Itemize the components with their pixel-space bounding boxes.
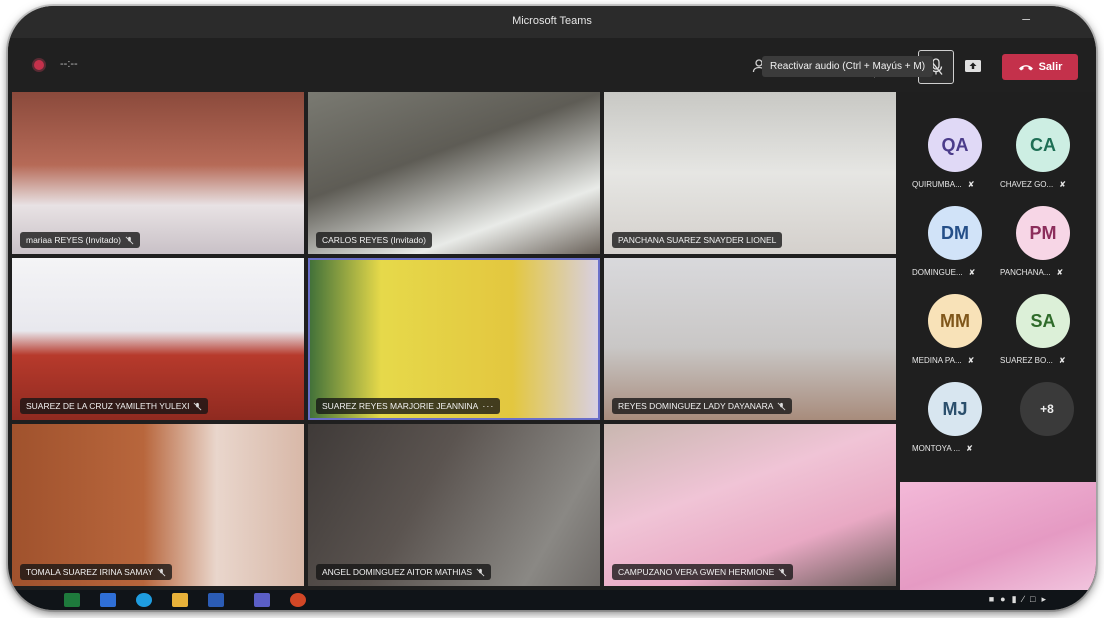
tile-more-icon[interactable]: ··· <box>482 401 494 411</box>
participant-name: SUAREZ DE LA CRUZ YAMILETH YULEXI <box>26 401 190 411</box>
participant-name: CARLOS REYES (Invitado) <box>322 235 426 245</box>
teams-icon[interactable] <box>254 593 270 607</box>
mic-off-icon: ✘ <box>968 268 976 277</box>
mic-off-icon: ✘ <box>1059 180 1066 189</box>
video-tile[interactable]: ANGEL DOMINGUEZ AITOR MATHIAS <box>308 424 600 586</box>
avatar: MM <box>928 294 982 348</box>
more-participants-button[interactable]: +8 <box>1020 382 1074 436</box>
avatar-name-row: QUIRUMBA... ✘ <box>912 180 974 189</box>
participant-name: REYES DOMINGUEZ LADY DAYANARA <box>618 401 774 411</box>
network-tray-icon[interactable]: □ <box>1030 594 1035 605</box>
avatar: MJ <box>928 382 982 436</box>
participant-name-tag: CARLOS REYES (Invitado) <box>316 232 432 248</box>
edge-icon[interactable] <box>136 593 152 607</box>
participant-avatar-cell[interactable]: CA CHAVEZ GO... ✘ <box>996 118 1088 202</box>
minimize-button[interactable]: – <box>1022 10 1030 26</box>
mic-off-icon: ✘ <box>1058 356 1066 365</box>
leave-label: Salir <box>1038 61 1063 73</box>
video-tile[interactable]: PANCHANA SUAREZ SNAYDER LIONEL <box>604 92 896 254</box>
video-tile-active[interactable]: SUAREZ REYES MARJORIE JEANNINA ··· <box>308 258 600 420</box>
mic-off-icon <box>157 568 166 576</box>
avatar-name: MEDINA PA... <box>912 356 962 365</box>
zoom-icon[interactable] <box>100 593 116 607</box>
excel-icon[interactable] <box>64 593 80 607</box>
participant-name-tag: SUAREZ DE LA CRUZ YAMILETH YULEXI <box>20 398 209 414</box>
mic-off-icon <box>777 402 786 410</box>
meeting-timer: --:-- <box>60 58 78 70</box>
avatar-name: QUIRUMBA... <box>912 180 962 189</box>
avatar: CA <box>1016 118 1070 172</box>
pen-tray-icon[interactable]: ∕ <box>1023 594 1025 605</box>
participant-name-tag: ANGEL DOMINGUEZ AITOR MATHIAS <box>316 564 492 580</box>
participant-avatar-cell[interactable]: SA SUAREZ BO... ✘ <box>996 294 1088 378</box>
mic-off-icon: ✘ <box>1056 268 1064 277</box>
participant-name: CAMPUZANO VERA GWEN HERMIONE <box>618 567 775 577</box>
people-tray-icon[interactable]: ● <box>1000 594 1005 605</box>
video-grid: mariaa REYES (Invitado) CARLOS REYES (In… <box>12 92 896 592</box>
mic-tray-icon[interactable]: ▮ <box>1012 594 1017 605</box>
volume-tray-icon[interactable]: ▸ <box>1041 594 1046 605</box>
mic-off-icon: ✘ <box>967 180 975 189</box>
leave-button[interactable]: Salir <box>1002 54 1078 80</box>
participant-name-tag: TOMALA SUAREZ IRINA SAMAY <box>20 564 173 580</box>
avatar: DM <box>928 206 982 260</box>
video-tile[interactable]: CAMPUZANO VERA GWEN HERMIONE <box>604 424 896 586</box>
avatar-name-row: SUAREZ BO... ✘ <box>1000 356 1066 365</box>
participant-name-tag: PANCHANA SUAREZ SNAYDER LIONEL <box>612 232 783 248</box>
system-tray: ■ ● ▮ ∕ □ ▸ <box>989 594 1046 605</box>
self-view-video <box>900 482 1096 592</box>
teams-tray-icon[interactable]: ■ <box>989 594 994 605</box>
mic-off-icon: ✘ <box>967 356 975 365</box>
teams-window: Microsoft Teams – --:-- Salir Reactivar … <box>8 6 1096 610</box>
file-explorer-icon[interactable] <box>172 593 188 607</box>
video-tile[interactable]: mariaa REYES (Invitado) <box>12 92 304 254</box>
window-title: Microsoft Teams <box>512 15 592 27</box>
video-tile[interactable]: SUAREZ DE LA CRUZ YAMILETH YULEXI <box>12 258 304 420</box>
participant-name: mariaa REYES (Invitado) <box>26 235 121 245</box>
avatar-name-row: MONTOYA ... ✘ <box>912 444 973 453</box>
participant-avatar-cell[interactable]: PM PANCHANA... ✘ <box>996 206 1088 290</box>
mic-off-icon <box>194 402 202 410</box>
avatar-name: DOMINGUE... <box>912 268 963 277</box>
hang-up-icon <box>1018 65 1033 71</box>
word-icon[interactable] <box>208 593 224 607</box>
participant-name-tag: REYES DOMINGUEZ LADY DAYANARA <box>612 398 793 414</box>
participant-avatar-cell[interactable]: MJ MONTOYA ... ✘ <box>908 382 1000 466</box>
avatar-name-row: CHAVEZ GO... ✘ <box>1000 180 1066 189</box>
participant-name-tag: CAMPUZANO VERA GWEN HERMIONE <box>612 564 794 580</box>
avatar-name: PANCHANA... <box>1000 268 1051 277</box>
mic-off-icon: ✘ <box>966 444 973 453</box>
video-tile[interactable]: CARLOS REYES (Invitado) <box>308 92 600 254</box>
avatar-name-row: MEDINA PA... ✘ <box>912 356 974 365</box>
share-screen-button[interactable] <box>958 52 988 80</box>
mic-off-icon <box>125 236 134 244</box>
avatar-name-row: PANCHANA... ✘ <box>1000 268 1063 277</box>
avatar: SA <box>1016 294 1070 348</box>
avatar-name: MONTOYA ... <box>912 444 961 453</box>
recording-indicator-icon <box>34 60 44 70</box>
mic-off-icon <box>778 568 787 576</box>
avatar: PM <box>1016 206 1070 260</box>
participant-name-tag: mariaa REYES (Invitado) <box>20 232 140 248</box>
participant-name: ANGEL DOMINGUEZ AITOR MATHIAS <box>322 567 473 577</box>
mic-off-icon <box>476 568 485 576</box>
video-tile[interactable]: REYES DOMINGUEZ LADY DAYANARA <box>604 258 896 420</box>
powerpoint-icon[interactable] <box>290 593 306 607</box>
participant-avatar-cell[interactable]: DM DOMINGUE... ✘ <box>908 206 1000 290</box>
participant-avatar-cell[interactable]: QA QUIRUMBA... ✘ <box>908 118 1000 202</box>
avatar: QA <box>928 118 982 172</box>
participant-name: PANCHANA SUAREZ SNAYDER LIONEL <box>618 235 777 245</box>
video-tile[interactable]: TOMALA SUAREZ IRINA SAMAY <box>12 424 304 586</box>
participant-name: TOMALA SUAREZ IRINA SAMAY <box>26 567 154 577</box>
avatar-name: SUAREZ BO... <box>1000 356 1053 365</box>
mute-tooltip: Reactivar audio (Ctrl + Mayús + M) <box>762 56 934 77</box>
windows-taskbar: ■ ● ▮ ∕ □ ▸ <box>8 590 1096 610</box>
avatar-name: CHAVEZ GO... <box>1000 180 1054 189</box>
participant-name: SUAREZ REYES MARJORIE JEANNINA <box>322 401 479 411</box>
title-bar: Microsoft Teams – <box>8 6 1096 38</box>
avatar-name-row: DOMINGUE... ✘ <box>912 268 975 277</box>
participant-avatar-cell[interactable]: MM MEDINA PA... ✘ <box>908 294 1000 378</box>
participant-name-tag: SUAREZ REYES MARJORIE JEANNINA ··· <box>316 398 501 414</box>
share-icon <box>965 60 981 72</box>
